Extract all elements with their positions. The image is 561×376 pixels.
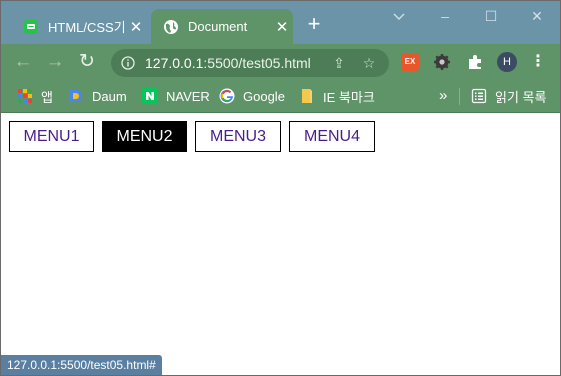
minimize-button[interactable]: – xyxy=(422,6,468,28)
profile-avatar[interactable]: H xyxy=(497,52,517,72)
bookmark-google[interactable]: Google xyxy=(219,86,285,106)
bookmark-ie-folder[interactable]: IE 북마크 xyxy=(299,86,375,106)
apps-grid-icon xyxy=(18,89,32,103)
menu-item-2[interactable]: MENU2 xyxy=(102,121,187,152)
naver-icon xyxy=(142,88,158,104)
bookmark-label: IE 북마크 xyxy=(323,89,375,105)
reading-list-button[interactable]: 읽기 목록 xyxy=(471,86,546,106)
extension-ex-label: EX xyxy=(401,53,419,71)
reading-list-icon xyxy=(471,88,487,104)
tab-title: HTML/CSS기초 xyxy=(48,20,124,35)
menu-list: MENU1 MENU2 MENU3 MENU4 xyxy=(9,121,383,152)
menu-item-4[interactable]: MENU4 xyxy=(289,121,375,152)
new-tab-button[interactable]: + xyxy=(303,13,325,36)
forward-button[interactable]: → xyxy=(43,50,67,74)
bookmark-label: Daum xyxy=(92,88,127,104)
folder-icon xyxy=(302,89,312,103)
bookmark-star-icon[interactable]: ☆ xyxy=(361,55,377,71)
tab-close-icon[interactable]: ✕ xyxy=(128,18,144,36)
tab-strip: HTML/CSS기초 ✕ Document ✕ + – ☐ ✕ xyxy=(1,1,560,44)
tab-html-css[interactable]: HTML/CSS기초 ✕ xyxy=(11,9,149,44)
tab-title: Document xyxy=(188,19,248,34)
menu-item-1[interactable]: MENU1 xyxy=(9,121,94,152)
url-text[interactable]: 127.0.0.1:5500/test05.html xyxy=(145,55,311,71)
chat-icon xyxy=(24,19,38,34)
menu-item-3[interactable]: MENU3 xyxy=(195,121,281,152)
bookmark-apps[interactable]: 앱 xyxy=(17,86,53,106)
bookmarks-divider xyxy=(459,88,460,105)
toolbar: ← → ↻ 127.0.0.1:5500/test05.html ⇪ ☆ EX xyxy=(1,44,560,81)
status-bar-url: 127.0.0.1:5500/test05.html# xyxy=(1,355,162,375)
back-button[interactable]: ← xyxy=(11,50,35,74)
bookmark-label: Google xyxy=(243,88,285,104)
gear-extension-icon[interactable] xyxy=(433,53,451,71)
bookmarks-overflow-button[interactable]: » xyxy=(439,86,447,106)
bookmark-naver[interactable]: NAVER xyxy=(142,86,210,106)
address-bar[interactable]: 127.0.0.1:5500/test05.html ⇪ ☆ xyxy=(111,49,389,77)
tab-close-icon[interactable]: ✕ xyxy=(274,18,290,36)
reload-button[interactable]: ↻ xyxy=(75,50,99,74)
browser-window: HTML/CSS기초 ✕ Document ✕ + – ☐ ✕ ← → ↻ xyxy=(0,0,561,376)
extension-ex-icon[interactable]: EX xyxy=(401,53,419,71)
page-content: MENU1 MENU2 MENU3 MENU4 127.0.0.1:5500/t… xyxy=(1,113,560,375)
tab-document[interactable]: Document ✕ xyxy=(151,9,293,44)
bookmark-daum[interactable]: Daum xyxy=(68,86,127,106)
share-icon[interactable]: ⇪ xyxy=(331,55,347,71)
more-menu-icon[interactable]: ⋮ xyxy=(529,52,547,72)
puzzle-extensions-icon[interactable] xyxy=(466,53,484,71)
daum-icon xyxy=(70,90,82,102)
maximize-button[interactable]: ☐ xyxy=(468,6,514,28)
bookmark-label: 앱 xyxy=(41,89,53,105)
bookmarks-bar: 앱 Daum NAVER Google IE 북마크 » 읽기 목록 xyxy=(1,81,560,113)
bookmark-label: NAVER xyxy=(166,88,210,104)
reading-list-label: 읽기 목록 xyxy=(495,89,547,105)
tab-search-chevron-icon[interactable] xyxy=(376,6,422,28)
close-window-button[interactable]: ✕ xyxy=(514,6,560,28)
google-icon xyxy=(219,88,235,104)
globe-icon xyxy=(164,19,178,34)
info-icon[interactable] xyxy=(121,56,135,70)
